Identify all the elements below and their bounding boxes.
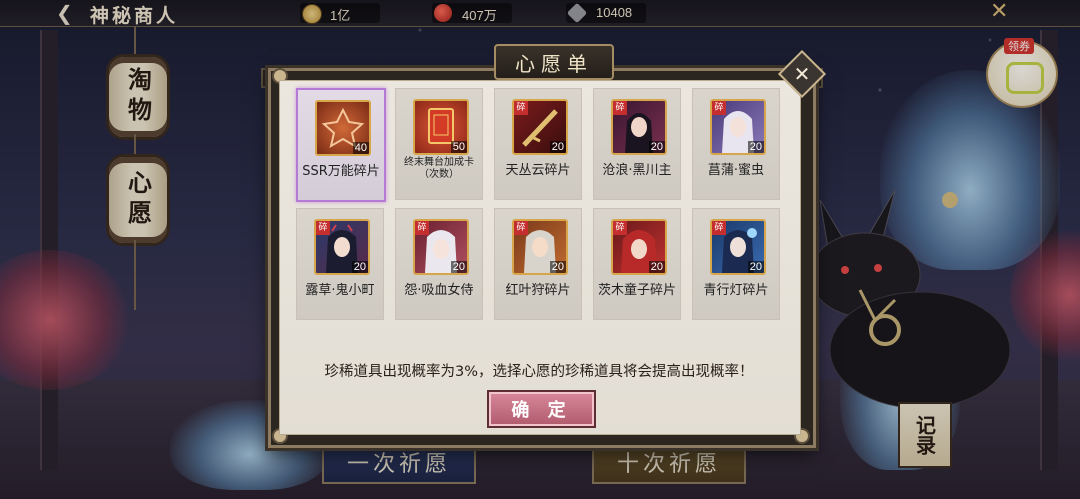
item-name: 红叶狩碎片 bbox=[505, 283, 571, 298]
item-quantity: 20 bbox=[747, 261, 764, 273]
ibaraki-icon: 碎 20 bbox=[611, 219, 667, 275]
item-name: 天丛云碎片 bbox=[505, 163, 571, 178]
item-quantity: 40 bbox=[352, 142, 369, 154]
wish-item[interactable]: 40 SSR万能碎片 bbox=[296, 88, 386, 202]
probability-notice: 珍稀道具出现概率为3%，选择心愿的珍稀道具将会提高出现概率！ bbox=[324, 364, 754, 380]
fragment-badge: 碎 bbox=[415, 221, 429, 235]
aoandon-icon: 碎 20 bbox=[710, 219, 766, 275]
fragment-badge: 碎 bbox=[613, 101, 627, 115]
wish-item-grid: 40 SSR万能碎片 50 终末舞台加成卡（次数） 碎 20 天丛云碎片 碎 2… bbox=[296, 88, 786, 323]
wish-item[interactable]: 碎 20 红叶狩碎片 bbox=[494, 208, 582, 320]
item-name: 怨·吸血女侍 bbox=[404, 283, 474, 298]
wish-item[interactable]: 碎 20 沧浪·黑川主 bbox=[593, 88, 681, 200]
fragment-badge: 碎 bbox=[712, 101, 726, 115]
item-name: 菖蒲·蜜虫 bbox=[707, 163, 765, 178]
item-quantity: 20 bbox=[450, 261, 467, 273]
item-name: 露草·鬼小町 bbox=[305, 283, 375, 298]
item-quantity: 50 bbox=[450, 141, 467, 153]
momiji-icon: 碎 20 bbox=[512, 219, 568, 275]
item-quantity: 20 bbox=[747, 141, 764, 153]
item-quantity: 20 bbox=[351, 261, 368, 273]
item-quantity: 20 bbox=[648, 261, 665, 273]
item-name: 茨木童子碎片 bbox=[597, 283, 676, 298]
ame-no-murakumo-icon: 碎 20 bbox=[512, 99, 568, 155]
kurokawa-icon: 碎 20 bbox=[611, 99, 667, 155]
dialog-title: 心愿单 bbox=[515, 51, 593, 76]
item-name: 终末舞台加成卡（次数） bbox=[404, 157, 474, 180]
confirm-label: 确 定 bbox=[511, 400, 572, 421]
onikomachi-icon: 碎 20 bbox=[314, 219, 370, 275]
wish-item[interactable]: 碎 20 天丛云碎片 bbox=[494, 88, 582, 200]
fragment-badge: 碎 bbox=[712, 221, 726, 235]
fragment-badge: 碎 bbox=[514, 221, 528, 235]
item-quantity: 20 bbox=[549, 141, 566, 153]
wish-item[interactable]: 碎 20 菖蒲·蜜虫 bbox=[692, 88, 780, 200]
item-name: 青行灯碎片 bbox=[703, 283, 769, 298]
item-quantity: 20 bbox=[549, 261, 566, 273]
mitsumushi-icon: 碎 20 bbox=[710, 99, 766, 155]
vampire-maid-icon: 碎 20 bbox=[413, 219, 469, 275]
bonus-card-icon: 50 bbox=[413, 99, 469, 155]
wish-item[interactable]: 碎 20 青行灯碎片 bbox=[692, 208, 780, 320]
wish-item[interactable]: 50 终末舞台加成卡（次数） bbox=[395, 88, 483, 200]
confirm-button[interactable]: 确 定 bbox=[487, 390, 596, 428]
close-icon: ✕ bbox=[793, 62, 811, 86]
ssr-shard-icon: 40 bbox=[315, 100, 371, 156]
fragment-badge: 碎 bbox=[613, 221, 627, 235]
wish-item[interactable]: 碎 20 怨·吸血女侍 bbox=[395, 208, 483, 320]
item-name: SSR万能碎片 bbox=[302, 164, 380, 179]
wish-item[interactable]: 碎 20 露草·鬼小町 bbox=[296, 208, 384, 320]
fragment-badge: 碎 bbox=[316, 221, 330, 235]
fragment-badge: 碎 bbox=[514, 101, 528, 115]
wish-item[interactable]: 碎 20 茨木童子碎片 bbox=[593, 208, 681, 320]
dialog-title-plate: 心愿单 bbox=[494, 44, 614, 80]
item-quantity: 20 bbox=[648, 141, 665, 153]
item-name: 沧浪·黑川主 bbox=[602, 163, 672, 178]
